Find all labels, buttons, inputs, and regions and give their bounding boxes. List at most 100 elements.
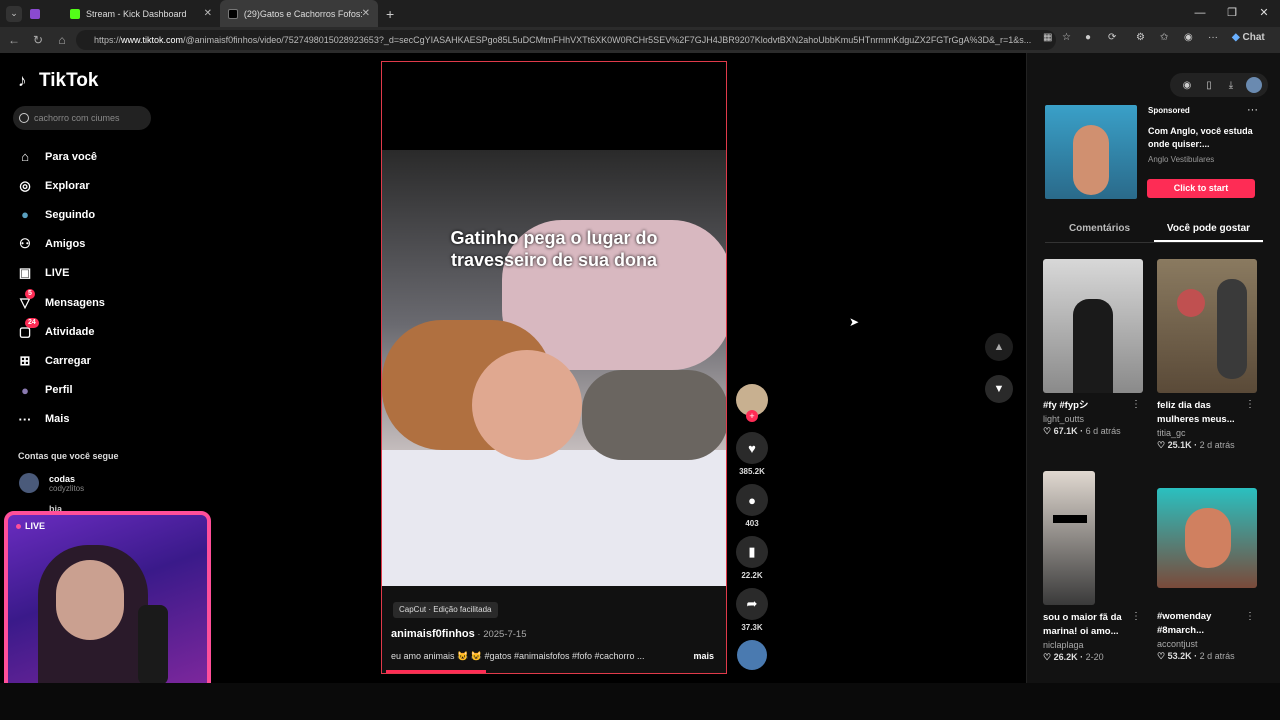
next-video-button[interactable]: ▼ bbox=[985, 375, 1013, 403]
share-button[interactable]: ➦ bbox=[736, 588, 768, 620]
close-tab-icon[interactable]: ✕ bbox=[362, 8, 370, 19]
url-prefix: https:// bbox=[94, 35, 122, 45]
top-actions: ◉ ▯ ⤓ bbox=[1170, 73, 1268, 97]
ad-person bbox=[1073, 125, 1109, 195]
bookmark-star-icon[interactable]: ☆ bbox=[1062, 32, 1071, 43]
capcut-tag[interactable]: CapCut · Edição facilitada bbox=[393, 602, 498, 618]
profile-icon[interactable]: ◉ bbox=[1184, 32, 1193, 43]
qr-icon[interactable]: ▦ bbox=[1043, 32, 1052, 43]
notification-badge: 5 bbox=[25, 288, 35, 299]
sidebar-item-label: Perfil bbox=[45, 384, 73, 397]
more-options-icon[interactable]: ⋮ bbox=[1131, 399, 1141, 410]
sidebar-item-seguindo[interactable]: ● Seguindo bbox=[16, 200, 196, 229]
search-input[interactable]: cachorro com ciumes bbox=[13, 106, 151, 130]
sidebar-nav: ⌂ Para você ◎ Explorar ● Seguindo ⚇ Amig… bbox=[16, 142, 196, 434]
ad-title[interactable]: Com Anglo, você estuda onde quiser:... bbox=[1148, 125, 1263, 151]
thumb-sunglasses bbox=[1053, 515, 1087, 523]
address-bar[interactable]: https://www.tiktok.com/@animaisf0finhos/… bbox=[76, 30, 1056, 50]
video-author: niclaplaga bbox=[1043, 640, 1084, 650]
video-letterbox bbox=[382, 62, 726, 150]
save-button[interactable]: ▮ bbox=[736, 536, 768, 568]
video-thumbnail bbox=[1043, 259, 1143, 393]
sidebar-item-label: Carregar bbox=[45, 354, 91, 367]
recommended-video[interactable]: ⋮ sou o maior fã da marina! oi amo... ni… bbox=[1043, 471, 1145, 663]
tab-kick-dashboard[interactable]: Stream - Kick Dashboard ✕ bbox=[62, 0, 220, 27]
sidebar-item-perfil[interactable]: ● Perfil bbox=[16, 376, 196, 405]
more-button[interactable]: mais bbox=[693, 651, 714, 661]
tab-pinned[interactable] bbox=[22, 0, 62, 27]
sidebar-item-para-voce[interactable]: ⌂ Para você bbox=[16, 142, 196, 171]
more-options-icon[interactable]: ⋮ bbox=[1245, 611, 1255, 622]
sidebar-item-carregar[interactable]: ⊞ Carregar bbox=[16, 346, 196, 375]
ad-thumbnail[interactable] bbox=[1045, 105, 1137, 199]
restore-icon[interactable]: ❐ bbox=[1216, 0, 1248, 27]
bottom-strip bbox=[0, 683, 1280, 720]
favorites-icon[interactable]: ✩ bbox=[1160, 32, 1168, 43]
save-count: 22.2K bbox=[741, 571, 763, 580]
video-author[interactable]: animaisf0finhos · 2025-7-15 bbox=[391, 628, 527, 640]
previous-video-button[interactable]: ▲ bbox=[985, 333, 1013, 361]
video-thumbnail bbox=[1157, 488, 1257, 588]
sidebar-item-label: Para você bbox=[45, 150, 97, 163]
microphone bbox=[138, 605, 168, 685]
minimize-icon[interactable]: — bbox=[1184, 0, 1216, 27]
sidebar-item-explorar[interactable]: ◎ Explorar bbox=[16, 171, 196, 200]
tab-voce-pode-gostar[interactable]: Você pode gostar bbox=[1154, 219, 1263, 242]
close-tab-icon[interactable]: ✕ bbox=[204, 8, 212, 19]
download-icon[interactable]: ⤓ bbox=[1220, 80, 1242, 91]
live-icon: ▣ bbox=[18, 265, 32, 281]
menu-icon[interactable]: ··· bbox=[1208, 32, 1218, 43]
like-button[interactable]: ♥ bbox=[736, 432, 768, 464]
video-title: #fy #fypシ bbox=[1043, 400, 1089, 411]
url-host: www.tiktok.com bbox=[121, 35, 184, 45]
live-indicator: LIVE bbox=[16, 521, 45, 531]
reload-icon[interactable]: ↻ bbox=[26, 33, 50, 47]
sidebar-item-mais[interactable]: ··· Mais bbox=[16, 405, 196, 434]
home-icon[interactable]: ⌂ bbox=[50, 33, 74, 47]
tab-tiktok[interactable]: (29)Gatos e Cachorros Fofos: Mom ✕ bbox=[220, 0, 378, 27]
follow-plus-icon[interactable]: + bbox=[746, 410, 758, 422]
more-options-icon[interactable]: ⋮ bbox=[1131, 611, 1141, 622]
activity-icon: ▢ 24 bbox=[16, 317, 39, 341]
video-caption-overlay: Gatinho pega o lugar do travesseiro de s… bbox=[382, 227, 726, 271]
new-tab-button[interactable]: + bbox=[386, 6, 394, 22]
coin-icon[interactable]: ◉ bbox=[1176, 80, 1198, 91]
comment-button[interactable]: ● bbox=[736, 484, 768, 516]
chevron-down-icon: ▼ bbox=[993, 383, 1005, 395]
caption-text: Gatinho pega o lugar do travesseiro de s… bbox=[450, 228, 658, 270]
back-icon[interactable]: ← bbox=[2, 33, 26, 47]
sidebar-item-live[interactable]: ▣ LIVE bbox=[16, 259, 196, 288]
refresh-extension-icon[interactable]: ⟳ bbox=[1108, 32, 1116, 43]
creator-avatar[interactable]: + bbox=[736, 384, 768, 422]
video-progress-bar[interactable] bbox=[386, 670, 486, 673]
ad-advertiser: Anglo Vestibulares bbox=[1148, 155, 1215, 164]
compass-icon: ◎ bbox=[19, 177, 31, 193]
sidebar-item-mensagens[interactable]: ▽ 5 Mensagens bbox=[16, 288, 196, 317]
thumb-figure bbox=[1073, 299, 1113, 393]
video-author: accontjust bbox=[1157, 639, 1198, 649]
author-name: animaisf0finhos bbox=[391, 628, 475, 640]
tab-list-button[interactable]: ⌄ bbox=[6, 5, 22, 22]
ad-more-icon[interactable]: ··· bbox=[1247, 104, 1258, 116]
sidebar-item-label: Mais bbox=[45, 413, 70, 426]
device-icon[interactable]: ▯ bbox=[1198, 80, 1220, 91]
recommended-video[interactable]: ⋮ feliz dia das mulheres meus... titia_g… bbox=[1157, 259, 1259, 451]
music-disc-icon[interactable] bbox=[737, 640, 767, 670]
close-window-icon[interactable]: ✕ bbox=[1248, 0, 1280, 27]
extension-icon[interactable]: ● bbox=[1085, 32, 1091, 43]
tab-comentarios[interactable]: Comentários bbox=[1045, 219, 1154, 242]
sidebar-item-atividade[interactable]: ▢ 24 Atividade bbox=[16, 317, 196, 346]
more-options-icon[interactable]: ⋮ bbox=[1245, 399, 1255, 410]
chevron-up-icon: ▲ bbox=[993, 341, 1005, 353]
user-avatar[interactable] bbox=[1246, 77, 1262, 93]
sidebar-item-label: Amigos bbox=[45, 238, 86, 251]
followed-account[interactable]: codas codyzlitos bbox=[19, 473, 84, 493]
ad-cta-button[interactable]: Click to start bbox=[1147, 179, 1255, 198]
sidebar-item-amigos[interactable]: ⚇ Amigos bbox=[16, 230, 196, 259]
copilot-chat-button[interactable]: ◆ Chat bbox=[1232, 32, 1265, 43]
video-player[interactable]: Gatinho pega o lugar do travesseiro de s… bbox=[381, 61, 727, 674]
recommended-video[interactable]: ⋮ #womenday #8march... accontjust ♡ 53.2… bbox=[1157, 488, 1259, 662]
extension-icon[interactable]: ⚙ bbox=[1136, 32, 1145, 43]
recommended-video[interactable]: ⋮ #fy #fypシ light_outts ♡ 67.1K · 6 d at… bbox=[1043, 259, 1145, 437]
tiktok-logo[interactable]: ♪ TikTok bbox=[18, 70, 98, 92]
